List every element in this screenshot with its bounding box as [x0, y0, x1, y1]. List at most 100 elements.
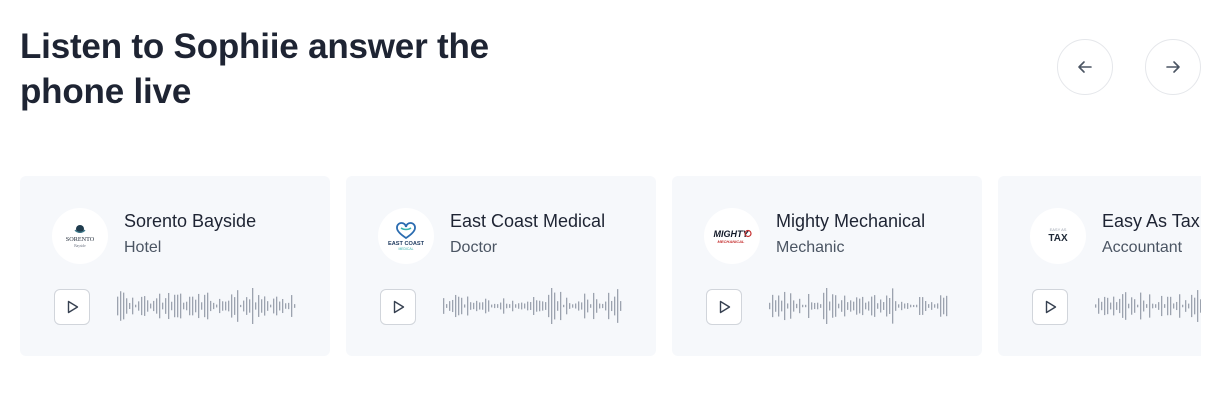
waveform-bar — [569, 303, 571, 309]
play-button[interactable] — [380, 289, 416, 325]
waveform-bar — [467, 296, 469, 316]
waveform-bar — [847, 302, 849, 310]
waveform-bar — [488, 300, 490, 312]
waveform-bar — [1140, 292, 1142, 320]
arrow-left-icon — [1078, 61, 1092, 73]
waveform-bar — [1095, 304, 1097, 308]
audio-waveform[interactable] — [1094, 286, 1201, 326]
waveform-bar — [1185, 300, 1187, 312]
waveform-bar — [234, 297, 236, 315]
waveform-bar — [796, 303, 798, 309]
waveform-bar — [1170, 296, 1172, 316]
waveform-bar — [892, 288, 894, 324]
waveform-bar — [880, 299, 882, 313]
waveform-bar — [192, 296, 194, 316]
waveform-bar — [473, 302, 475, 310]
call-card: SORENTO Bayside Sorento Bayside Hotel — [20, 176, 330, 356]
business-name: Easy As Tax — [1102, 211, 1200, 231]
arrow-right-icon — [1166, 61, 1180, 73]
waveform-bar — [1104, 296, 1106, 316]
waveform-bar — [1155, 304, 1157, 308]
waveform-bar — [171, 301, 173, 311]
waveform-bar — [1098, 298, 1100, 314]
waveform-bar — [141, 296, 143, 316]
call-samples-carousel[interactable]: SORENTO Bayside Sorento Bayside Hotel EA… — [20, 176, 1201, 356]
waveform-bar — [120, 291, 122, 321]
waveform-bar — [195, 299, 197, 313]
carousel-next-button[interactable] — [1145, 39, 1201, 95]
waveform-bar — [258, 295, 260, 317]
waveform-bar — [225, 301, 227, 311]
logo-subtext: MEDICAL — [398, 247, 413, 251]
waveform-bar — [1101, 301, 1103, 311]
waveform-bar — [772, 294, 774, 318]
waveform-bar — [557, 301, 559, 311]
waveform-bar — [1128, 303, 1130, 309]
waveform-bar — [443, 298, 445, 314]
waveform-bar — [587, 299, 589, 313]
waveform-bar — [940, 295, 942, 317]
waveform-bar — [1161, 295, 1163, 317]
business-name: Mighty Mechanical — [776, 211, 926, 231]
logo-text: MIGHTY — [714, 229, 750, 239]
waveform-bar — [135, 304, 137, 308]
waveform-bar — [539, 300, 541, 312]
waveform-bar — [560, 291, 562, 321]
waveform-bar — [832, 294, 834, 318]
waveform-bar — [500, 302, 502, 310]
waveform-bar — [123, 292, 125, 320]
waveform-bar — [138, 301, 140, 311]
waveform-bar — [530, 302, 532, 310]
waveform-bar — [551, 288, 553, 324]
carousel-prev-button[interactable] — [1057, 39, 1113, 95]
waveform-bar — [1119, 298, 1121, 314]
waveform-bar — [294, 304, 296, 308]
waveform-bar — [584, 293, 586, 319]
waveform-bar — [787, 303, 789, 309]
waveform-bar — [805, 304, 807, 308]
waveform-bar — [850, 300, 852, 312]
waveform-bar — [608, 292, 610, 320]
waveform-bar — [243, 300, 245, 312]
call-card: MIGHTY MECHANICAL Mighty Mechanical Mech… — [672, 176, 982, 356]
business-category: Mechanic — [776, 239, 845, 256]
logo-subtext: EASY AS — [1050, 227, 1067, 232]
waveform-bar — [482, 302, 484, 310]
audio-waveform[interactable] — [442, 286, 622, 326]
waveform-bar — [509, 304, 511, 308]
waveform-bar — [497, 304, 499, 308]
audio-waveform[interactable] — [116, 286, 296, 326]
waveform-bar — [506, 303, 508, 309]
waveform-bar — [476, 300, 478, 312]
waveform-bar — [775, 300, 777, 312]
waveform-bar — [617, 289, 619, 323]
waveform-bar — [871, 296, 873, 316]
waveform-bar — [844, 295, 846, 317]
waveform-bar — [228, 300, 230, 312]
waveform-bar — [222, 301, 224, 311]
play-button[interactable] — [54, 289, 90, 325]
waveform-bar — [216, 304, 218, 308]
audio-waveform[interactable] — [768, 286, 948, 326]
waveform-bar — [237, 290, 239, 322]
waveform-bar — [614, 296, 616, 316]
waveform-bar — [904, 303, 906, 309]
easy-as-tax-logo: EASY AS TAX — [1048, 227, 1068, 244]
waveform-bar — [563, 304, 565, 308]
waveform-bar — [1173, 303, 1175, 309]
waveform-bar — [605, 301, 607, 311]
waveform-bar — [578, 301, 580, 311]
waveform-bar — [464, 304, 466, 308]
play-button[interactable] — [706, 289, 742, 325]
waveform-bar — [1191, 294, 1193, 318]
waveform-bar — [521, 302, 523, 310]
business-name: East Coast Medical — [450, 211, 606, 231]
waveform-bar — [793, 300, 795, 312]
waveform-bar — [273, 298, 275, 314]
waveform-bar — [874, 295, 876, 317]
logo-subtext: MECHANICAL — [718, 239, 745, 244]
waveform-bar — [1116, 302, 1118, 310]
play-button[interactable] — [1032, 289, 1068, 325]
waveform-bar — [913, 304, 915, 308]
sorento-bayside-logo: SORENTO Bayside — [66, 225, 95, 248]
